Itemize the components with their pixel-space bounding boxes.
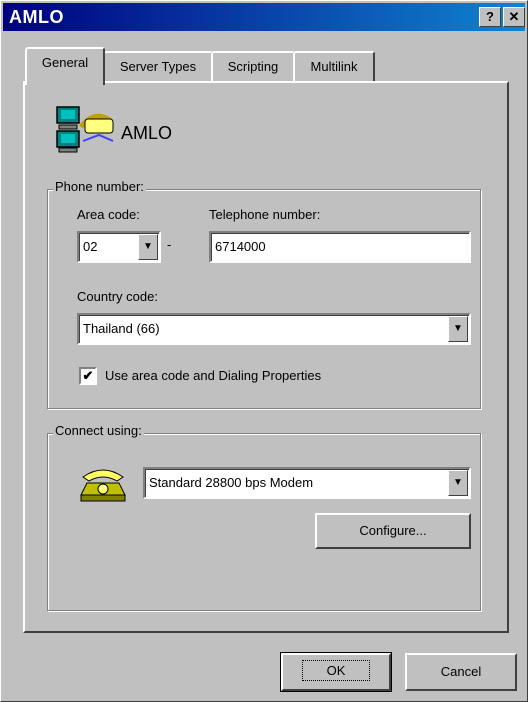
modem-combobox[interactable]: Standard 28800 bps Modem ▼ — [143, 467, 471, 499]
telephone-number-value: 6714000 — [215, 239, 266, 254]
tab-general[interactable]: General — [25, 47, 105, 85]
area-code-label: Area code: — [77, 207, 140, 222]
cancel-button[interactable]: Cancel — [405, 653, 517, 691]
close-icon: ✕ — [508, 9, 520, 24]
close-button[interactable]: ✕ — [503, 7, 525, 27]
tab-server-types-label: Server Types — [119, 59, 197, 74]
cancel-button-label: Cancel — [440, 664, 482, 679]
telephone-number-label: Telephone number: — [209, 207, 321, 222]
configure-button-label: Configure... — [359, 523, 427, 538]
tab-multilink[interactable]: Multilink — [293, 51, 375, 83]
phone-number-group-label: Phone number: — [53, 179, 146, 194]
area-code-value: 02 — [83, 239, 98, 254]
tab-server-types[interactable]: Server Types — [103, 51, 213, 83]
modem-dropdown-button[interactable]: ▼ — [448, 470, 468, 496]
dial-up-connection-icon — [56, 106, 114, 153]
country-code-combobox[interactable]: Thailand (66) ▼ — [77, 313, 471, 345]
use-area-code-checkbox[interactable]: ✔ — [79, 367, 97, 385]
ok-button-label: OK — [301, 660, 371, 681]
help-button[interactable]: ? — [479, 7, 501, 27]
question-mark-icon: ? — [486, 9, 494, 24]
country-code-dropdown-button[interactable]: ▼ — [448, 316, 468, 342]
connection-name: AMLO — [121, 123, 173, 143]
chevron-down-icon: ▼ — [453, 323, 463, 334]
area-code-combobox[interactable]: 02 ▼ — [77, 231, 161, 263]
tab-multilink-label: Multilink — [310, 59, 358, 74]
connect-using-group-label: Connect using: — [53, 423, 144, 438]
use-area-code-label: Use area code and Dialing Properties — [105, 368, 322, 383]
telephone-number-field[interactable]: 6714000 — [209, 231, 471, 263]
configure-button[interactable]: Configure... — [315, 513, 471, 549]
chevron-down-icon: ▼ — [453, 477, 463, 488]
country-code-label: Country code: — [77, 289, 158, 304]
area-code-dropdown-button[interactable]: ▼ — [138, 234, 158, 260]
tab-scripting-label: Scripting — [227, 59, 279, 74]
country-code-value: Thailand (66) — [83, 321, 160, 336]
checkmark-icon: ✔ — [82, 368, 94, 383]
chevron-down-icon: ▼ — [143, 241, 153, 252]
title-bar[interactable]: AMLO ? ✕ — [3, 3, 525, 31]
ok-button[interactable]: OK — [280, 652, 392, 692]
tab-scripting[interactable]: Scripting — [211, 51, 295, 83]
general-tab-panel: AMLO Phone number: Area code: 02 ▼ - Tel… — [23, 81, 509, 633]
modem-telephone-icon — [80, 469, 126, 502]
area-code-separator: - — [167, 237, 172, 252]
modem-value: Standard 28800 bps Modem — [149, 475, 314, 490]
window-title: AMLO — [9, 7, 64, 27]
dial-up-properties-dialog: AMLO ? ✕ General Server Types Scripting … — [0, 0, 528, 702]
tab-general-label: General — [41, 55, 89, 70]
